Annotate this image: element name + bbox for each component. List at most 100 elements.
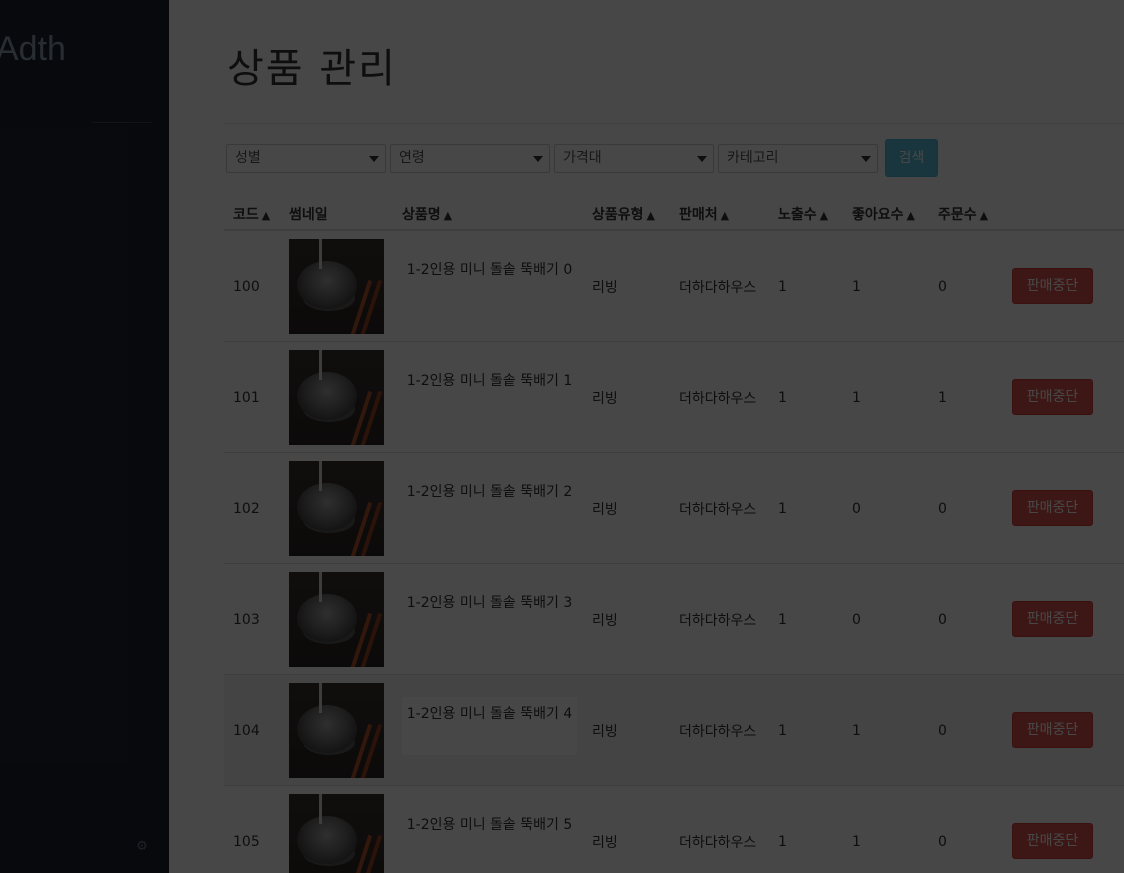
sidebar-toggle-icon[interactable]: ⚙ (134, 840, 150, 854)
brand-logo[interactable]: Adth (0, 30, 66, 69)
stop-sale-button[interactable]: 판매중단 (1012, 823, 1093, 859)
thumb-spoon (319, 461, 322, 491)
product-thumbnail[interactable] (289, 572, 384, 667)
stop-sale-button[interactable]: 판매중단 (1012, 268, 1093, 304)
product-thumbnail[interactable] (289, 239, 384, 334)
cell-code: 104 (233, 722, 260, 739)
search-button[interactable]: 검색 (885, 139, 938, 177)
cell-code: 100 (233, 278, 260, 295)
cell-type: 리빙 (592, 501, 618, 518)
filter-bar: 성별 연령 가격대 카테고리 검색 (226, 139, 938, 177)
header-seller[interactable]: 판매처 ▲︎ (679, 204, 729, 224)
cell-product-name[interactable]: 1-2인용 미니 돌솥 뚝배기 5 (402, 808, 577, 866)
thumb-pot (297, 594, 357, 642)
cell-product-name[interactable]: 1-2인용 미니 돌솥 뚝배기 4 (402, 697, 577, 755)
table-row[interactable]: 105 1-2인용 미니 돌솥 뚝배기 5 리빙 더하다하우스 1 1 0 판매… (224, 786, 1124, 873)
header-name[interactable]: 상품명 ▲︎ (402, 204, 452, 224)
caret-down-icon (533, 155, 543, 162)
header-code[interactable]: 코드 ▲︎ (233, 204, 270, 224)
product-thumbnail[interactable] (289, 683, 384, 778)
price-select-value: 가격대 (563, 149, 602, 166)
age-select-value: 연령 (399, 149, 425, 166)
sidebar: Adth ⚙ (0, 0, 169, 873)
cell-seller: 더하다하우스 (679, 390, 757, 407)
cell-type: 리빙 (592, 834, 618, 851)
cell-orders: 1 (938, 389, 947, 406)
thumb-pot (297, 372, 357, 420)
cell-type: 리빙 (592, 612, 618, 629)
thumb-spoon (319, 683, 322, 713)
sort-icon: ▲︎ (646, 209, 655, 222)
cell-code: 105 (233, 833, 260, 850)
cell-code: 101 (233, 389, 260, 406)
cell-orders: 0 (938, 278, 947, 295)
sort-icon: ▲︎ (906, 209, 915, 222)
header-views[interactable]: 노출수 ▲︎ (778, 204, 828, 224)
thumb-spoon (319, 239, 322, 269)
product-thumbnail[interactable] (289, 794, 384, 873)
cell-likes: 1 (852, 833, 861, 850)
cell-seller: 더하다하우스 (679, 501, 757, 518)
product-thumbnail[interactable] (289, 461, 384, 556)
cell-seller: 더하다하우스 (679, 279, 757, 296)
age-select[interactable]: 연령 (390, 143, 550, 173)
cell-type: 리빙 (592, 723, 618, 740)
header-name-label: 상품명 (402, 207, 441, 223)
table-row[interactable]: 104 1-2인용 미니 돌솥 뚝배기 4 리빙 더하다하우스 1 1 0 판매… (224, 675, 1124, 786)
header-code-label: 코드 (233, 207, 259, 223)
sort-icon: ▲︎ (979, 209, 989, 222)
cell-code: 102 (233, 500, 260, 517)
stop-sale-button[interactable]: 판매중단 (1012, 379, 1093, 415)
cell-likes: 1 (852, 722, 861, 739)
caret-down-icon (861, 155, 871, 162)
stop-sale-button[interactable]: 판매중단 (1012, 601, 1093, 637)
header-orders-label: 주문수 (938, 207, 977, 223)
header-views-label: 노출수 (778, 207, 817, 223)
cell-seller: 더하다하우스 (679, 834, 757, 851)
caret-down-icon (697, 155, 707, 162)
table-body: 100 1-2인용 미니 돌솥 뚝배기 0 리빙 더하다하우스 1 1 0 판매… (224, 231, 1124, 873)
caret-down-icon (369, 155, 379, 162)
cell-product-name[interactable]: 1-2인용 미니 돌솥 뚝배기 2 (402, 475, 577, 533)
header-type[interactable]: 상품유형 ▲︎ (592, 204, 655, 224)
header-thumbnail: 썸네일 (289, 207, 328, 223)
thumb-pot (297, 261, 357, 309)
header-seller-label: 판매처 (679, 207, 718, 223)
cell-orders: 0 (938, 611, 947, 628)
sort-icon: ▲︎ (819, 209, 829, 222)
cell-type: 리빙 (592, 390, 618, 407)
thumb-pot (297, 816, 357, 864)
cell-orders: 0 (938, 500, 947, 517)
thumb-pot (297, 483, 357, 531)
sort-icon: ▲︎ (261, 209, 271, 222)
cell-product-name[interactable]: 1-2인용 미니 돌솥 뚝배기 0 (402, 253, 577, 311)
cell-seller: 더하다하우스 (679, 723, 757, 740)
cell-orders: 0 (938, 722, 947, 739)
cell-product-name[interactable]: 1-2인용 미니 돌솥 뚝배기 1 (402, 364, 577, 422)
thumb-spoon (319, 794, 322, 824)
header-likes[interactable]: 좋아요수 ▲︎ (852, 204, 915, 224)
price-select[interactable]: 가격대 (554, 143, 714, 173)
table-row[interactable]: 100 1-2인용 미니 돌솥 뚝배기 0 리빙 더하다하우스 1 1 0 판매… (224, 231, 1124, 342)
cell-views: 1 (778, 500, 787, 517)
cell-seller: 더하다하우스 (679, 612, 757, 629)
stop-sale-button[interactable]: 판매중단 (1012, 712, 1093, 748)
table-row[interactable]: 101 1-2인용 미니 돌솥 뚝배기 1 리빙 더하다하우스 1 1 1 판매… (224, 342, 1124, 453)
header-orders[interactable]: 주문수 ▲︎ (938, 204, 988, 224)
category-select[interactable]: 카테고리 (718, 143, 878, 173)
table-header: 코드 ▲︎ 썸네일 상품명 ▲︎ 상품유형 ▲︎ 판매처 ▲︎ 노출수 ▲︎ 좋아요수 ▲︎… (224, 195, 1124, 231)
header-likes-label: 좋아요수 (852, 207, 904, 223)
cell-product-name[interactable]: 1-2인용 미니 돌솥 뚝배기 3 (402, 586, 577, 644)
stop-sale-button[interactable]: 판매중단 (1012, 490, 1093, 526)
thumb-pot (297, 705, 357, 753)
table-row[interactable]: 102 1-2인용 미니 돌솥 뚝배기 2 리빙 더하다하우스 1 0 0 판매… (224, 453, 1124, 564)
sort-icon: ▲︎ (720, 209, 730, 222)
thumb-spoon (319, 572, 322, 602)
cell-views: 1 (778, 722, 787, 739)
gender-select[interactable]: 성별 (226, 143, 386, 173)
cell-type: 리빙 (592, 279, 618, 296)
table-row[interactable]: 103 1-2인용 미니 돌솥 뚝배기 3 리빙 더하다하우스 1 0 0 판매… (224, 564, 1124, 675)
product-table: 코드 ▲︎ 썸네일 상품명 ▲︎ 상품유형 ▲︎ 판매처 ▲︎ 노출수 ▲︎ 좋아요수 ▲︎… (224, 195, 1124, 873)
thumb-spoon (319, 350, 322, 380)
product-thumbnail[interactable] (289, 350, 384, 445)
